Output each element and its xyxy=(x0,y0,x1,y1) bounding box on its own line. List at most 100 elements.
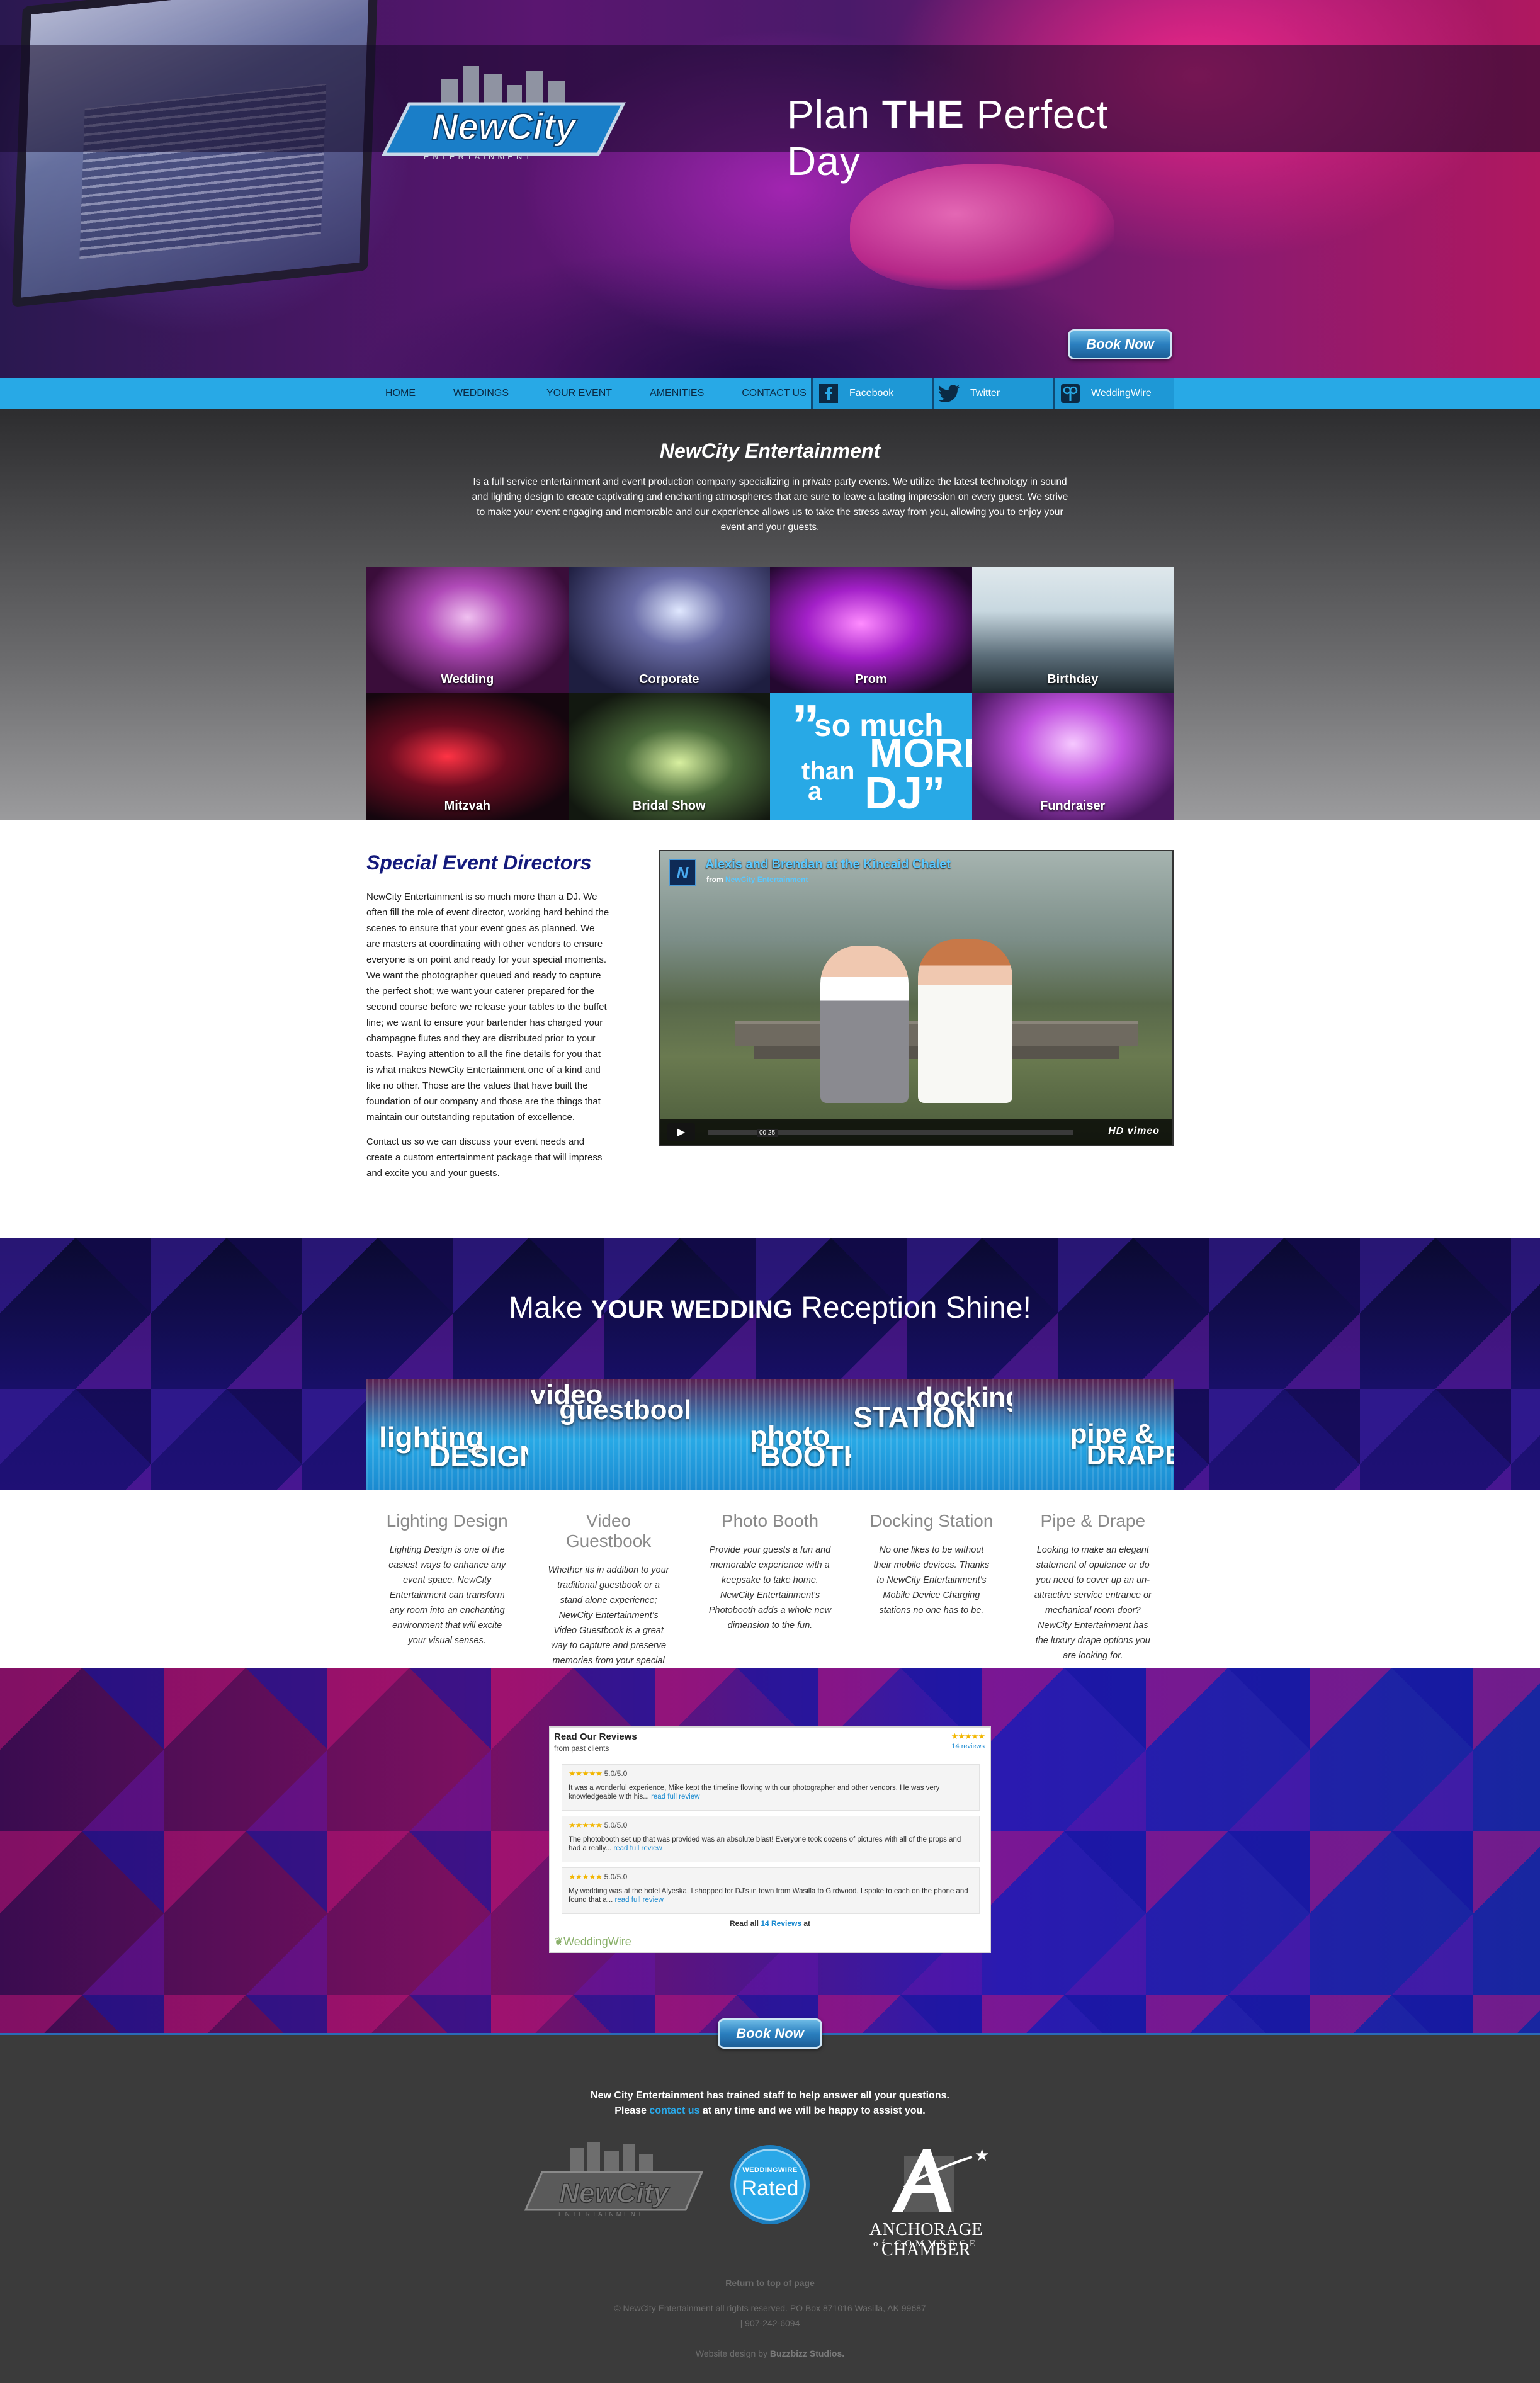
newcity-logo[interactable]: NewCity ENTERTAINMENT xyxy=(371,60,636,161)
feature-title[interactable]: Photo Booth xyxy=(708,1511,832,1531)
special-paragraph: NewCity Entertainment is so much more th… xyxy=(366,892,609,1123)
feature-tile-lighting[interactable]: lighting DESIGN xyxy=(366,1379,528,1490)
nav-weddings[interactable]: WEDDINGS xyxy=(434,378,528,409)
designer-link[interactable]: Buzzbizz Studios. xyxy=(770,2348,844,2358)
reviews-subtitle: from past clients xyxy=(554,1744,609,1753)
promo-line-5: DJ” xyxy=(864,768,946,818)
play-icon[interactable]: ▶ xyxy=(667,1123,695,1141)
design-credit: Website design by Buzzbizz Studios. xyxy=(695,2348,845,2358)
video-player[interactable]: N Alexis and Brendan at the Kincaid Chal… xyxy=(659,850,1174,1146)
read-full-review-link[interactable]: read full review xyxy=(651,1793,699,1801)
read-full-review-link[interactable]: read full review xyxy=(613,1845,662,1852)
svg-text:NewCity: NewCity xyxy=(559,2178,670,2209)
event-gallery: Wedding Corporate Prom Birthday Mitzvah … xyxy=(366,567,1174,820)
svg-text:★: ★ xyxy=(975,2146,989,2165)
newcity-footer-logo[interactable]: NewCity ENTERTAINMENT xyxy=(519,2142,708,2217)
feature-pipe-drape: Pipe & Drape Looking to make an elegant … xyxy=(1012,1490,1174,1663)
bride-image xyxy=(918,939,1012,1103)
feature-tile-pipe-drape[interactable]: pipe & DRAPE xyxy=(1012,1379,1174,1490)
footer: New City Entertainment has trained staff… xyxy=(0,2033,1540,2383)
video-controls: ▶ 00:25 HD vimeo xyxy=(660,1119,1172,1145)
tile-caption: Wedding xyxy=(441,672,494,686)
video-title[interactable]: Alexis and Brendan at the Kincaid Chalet xyxy=(705,858,951,872)
all-reviews-link[interactable]: 14 Reviews xyxy=(761,1919,801,1928)
feature-title[interactable]: Pipe & Drape xyxy=(1031,1511,1155,1531)
feature-title[interactable]: Docking Station xyxy=(869,1511,993,1531)
read-full-review-link[interactable]: read full review xyxy=(615,1896,664,1904)
feature-descriptions: Lighting Design Lighting Design is one o… xyxy=(366,1490,1174,1681)
tile-caption: Fundraiser xyxy=(1040,799,1106,813)
facebook-link[interactable]: Facebook xyxy=(811,378,932,409)
groom-image xyxy=(820,946,909,1103)
footer-help-text: New City Entertainment has trained staff… xyxy=(591,2090,949,2116)
feature-docking-station: Docking Station No one likes to be witho… xyxy=(851,1490,1012,1618)
video-channel-logo[interactable]: N xyxy=(669,859,696,886)
review-stars-icon: ★★★★★ xyxy=(569,1769,603,1778)
copyright: © NewCity Entertainment all rights reser… xyxy=(614,2303,926,2328)
book-now-button-footer[interactable]: Book Now xyxy=(718,2018,822,2049)
feature-text: No one likes to be without their mobile … xyxy=(873,1545,990,1616)
tile-caption: Bridal Show xyxy=(632,799,706,813)
svg-text:NewCity: NewCity xyxy=(432,106,578,147)
tile-caption: Corporate xyxy=(638,672,699,686)
anchorage-chamber-logo[interactable]: ★ ANCHORAGE CHAMBER of COMMERCE xyxy=(829,2143,1024,2260)
weddingwire-label: WeddingWire xyxy=(1091,388,1152,399)
feature-title[interactable]: Lighting Design xyxy=(385,1511,509,1531)
video-progress-bar[interactable]: 00:25 xyxy=(708,1129,1073,1137)
weddingwire-icon xyxy=(1060,383,1081,404)
video-time: 00:25 xyxy=(757,1129,778,1137)
special-body: NewCity Entertainment is so much more th… xyxy=(366,889,609,1190)
feature-lighting: Lighting Design Lighting Design is one o… xyxy=(366,1490,528,1648)
return-to-top-link[interactable]: Return to top of page xyxy=(0,2278,1540,2288)
special-paragraph: Contact us so we can discuss your event … xyxy=(366,1136,603,1179)
hero-banner: NewCity ENTERTAINMENT Plan THE Perfect D… xyxy=(0,0,1540,378)
review-item: ★★★★★ 5.0/5.0 My wedding was at the hote… xyxy=(562,1867,980,1914)
main-nav: HOME WEDDINGS YOUR EVENT AMENITIES CONTA… xyxy=(0,378,1540,409)
feature-text: Whether its in addition to your traditio… xyxy=(548,1565,669,1681)
weddingwire-rated-badge[interactable]: WEDDINGWIRE Rated xyxy=(730,2145,810,2224)
feature-text: Provide your guests a fun and memorable … xyxy=(708,1545,832,1631)
hero-tagline: Plan THE Perfect Day xyxy=(787,92,1109,184)
gallery-tile-bridal-show[interactable]: Bridal Show xyxy=(568,693,770,820)
weddingwire-logo[interactable]: ❦WeddingWire xyxy=(554,1935,631,1949)
gallery-promo-tile: ” so much MORE than a DJ” xyxy=(770,693,972,820)
feature-text: Lighting Design is one of the easiest wa… xyxy=(388,1545,506,1646)
twitter-link[interactable]: Twitter xyxy=(932,378,1053,409)
twitter-label: Twitter xyxy=(970,388,1000,399)
weddingwire-link[interactable]: WeddingWire xyxy=(1053,378,1174,409)
video-author-link[interactable]: NewCity Entertainment xyxy=(725,875,808,884)
hero-band xyxy=(0,45,1540,152)
intro-title: NewCity Entertainment xyxy=(659,439,881,462)
facebook-icon xyxy=(818,383,839,404)
svg-text:ENTERTAINMENT: ENTERTAINMENT xyxy=(558,2211,644,2217)
feature-tile-photo-booth[interactable]: photo BOOTH xyxy=(689,1379,851,1490)
nav-contact-us[interactable]: CONTACT US xyxy=(723,378,825,409)
intro-text: Is a full service entertainment and even… xyxy=(472,477,1068,533)
feature-photo-booth: Photo Booth Provide your guests a fun an… xyxy=(689,1490,851,1633)
gallery-tile-birthday[interactable]: Birthday xyxy=(971,567,1174,693)
feature-tile-video-guestbook[interactable]: video guestbook xyxy=(528,1379,689,1490)
wedding-features: lighting DESIGN video guestbook photo BO… xyxy=(366,1379,1174,1681)
book-now-button[interactable]: Book Now xyxy=(1068,329,1172,359)
nav-home[interactable]: HOME xyxy=(366,378,434,409)
svg-text:ENTERTAINMENT: ENTERTAINMENT xyxy=(424,152,533,161)
twitter-icon xyxy=(939,383,960,404)
gallery-tile-corporate[interactable]: Corporate xyxy=(568,567,770,693)
feature-tile-docking-station[interactable]: docking STATION xyxy=(851,1379,1012,1490)
feature-title[interactable]: Video Guestbook xyxy=(546,1511,670,1551)
video-frame xyxy=(660,851,1172,1145)
chamber-a-icon: ★ xyxy=(892,2146,989,2212)
nav-amenities[interactable]: AMENITIES xyxy=(631,378,723,409)
read-all-reviews: Read all 14 Reviews at xyxy=(729,1919,811,1928)
gallery-tile-mitzvah[interactable]: Mitzvah xyxy=(366,693,569,820)
gallery-tile-prom[interactable]: Prom xyxy=(770,567,972,693)
tile-caption: Prom xyxy=(854,672,887,686)
reviews-count-link[interactable]: 14 reviews xyxy=(951,1743,985,1750)
gallery-tile-wedding[interactable]: Wedding xyxy=(366,567,569,693)
rating-stars-icon: ★★★★★ xyxy=(951,1731,985,1741)
gallery-tile-fundraiser[interactable]: Fundraiser xyxy=(971,693,1174,820)
vimeo-hd-icons[interactable]: HD vimeo xyxy=(1108,1126,1160,1137)
contact-us-link[interactable]: contact us xyxy=(649,2105,699,2116)
nav-your-event[interactable]: YOUR EVENT xyxy=(528,378,631,409)
feature-text: Looking to make an elegant statement of … xyxy=(1034,1545,1152,1661)
